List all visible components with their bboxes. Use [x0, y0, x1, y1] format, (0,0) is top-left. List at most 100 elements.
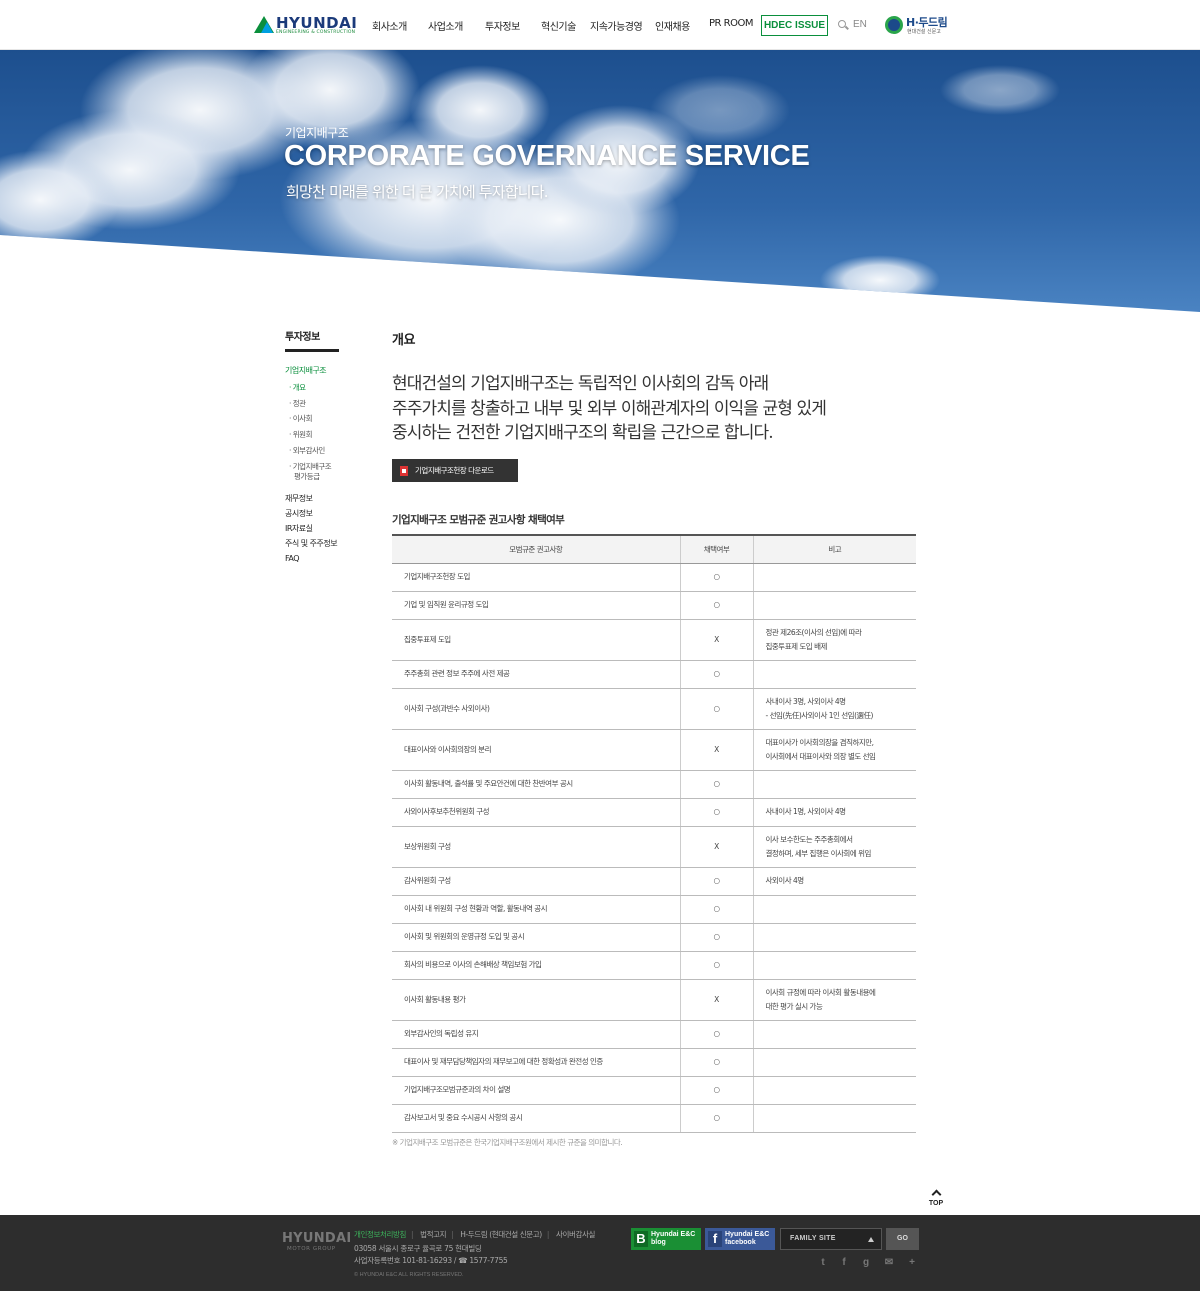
section-title: 기업지배구조 모범규준 권고사항 채택여부 — [392, 514, 565, 526]
sidebar-item-ir-library[interactable]: IR자료실 — [285, 523, 313, 534]
plus-icon[interactable]: + — [906, 1257, 918, 1269]
note-cell: 이사회 규정에 따라 이사회 활동내용에 대한 평가 실시 가능 — [752, 979, 916, 1021]
adopted-cell: ○ — [679, 591, 753, 620]
site-header: HYUNDAI ENGINEERING & CONSTRUCTION 회사소개 … — [0, 0, 1200, 50]
footnote: ※ 기업지배구조 모범규준은 한국기업지배구조원에서 제시한 규준을 의미합니다… — [392, 1138, 623, 1147]
note-cell — [752, 1104, 916, 1133]
note-line: 사내이사 3명, 사외이사 4명 — [765, 697, 847, 706]
table-row: 이사회 및 위원회의 운영규정 도입 및 공시 ○ — [392, 923, 916, 952]
footer-link-separator: | — [546, 1230, 550, 1239]
sidebar-sub-overview[interactable]: · 개요 — [289, 383, 306, 393]
recommendation-cell: 사외이사후보추천위원회 구성 — [392, 798, 680, 827]
nav-sustainability[interactable]: 지속가능경영 — [590, 18, 643, 33]
adopted-cell: ○ — [679, 688, 753, 730]
charter-download-button[interactable]: 기업지배구조헌장 다운로드 — [392, 459, 518, 482]
footer-link-hdream[interactable]: H-두드림 (현대건설 신문고) — [460, 1230, 542, 1239]
google-plus-icon[interactable]: g — [860, 1257, 872, 1269]
sidebar-sub-articles[interactable]: · 정관 — [289, 399, 306, 409]
adopted-cell: X — [679, 619, 753, 661]
hero-subtitle: 희망찬 미래를 위한 더 큰 가치에 투자합니다. — [286, 183, 549, 201]
recommendation-cell: 기업지배구조헌장 도입 — [392, 563, 680, 592]
facebook-share-icon[interactable]: f — [838, 1257, 850, 1269]
note-cell: 사외이사 4명 — [752, 867, 916, 896]
blog-button[interactable]: B Hyundai E&C blog — [631, 1228, 701, 1250]
note-cell — [752, 895, 916, 924]
footer-link-privacy[interactable]: 개인정보처리방침 — [354, 1230, 406, 1239]
twitter-icon[interactable]: t — [817, 1257, 829, 1269]
adopted-cell: ○ — [679, 895, 753, 924]
facebook-button[interactable]: f Hyundai E&C facebook — [705, 1228, 775, 1250]
nav-innovation[interactable]: 혁신기술 — [541, 18, 576, 33]
nav-pr-room[interactable]: PR ROOM — [709, 18, 753, 29]
sidebar-sub-rating-line2[interactable]: 평가등급 — [294, 472, 320, 482]
sidebar-sub-board[interactable]: · 이사회 — [289, 414, 312, 424]
sidebar-item-faq[interactable]: FAQ — [285, 554, 300, 563]
column-header: 비고 — [752, 535, 916, 564]
sidebar-sub-committee[interactable]: · 위원회 — [289, 430, 312, 440]
h-dodream-link[interactable]: H·두드림 현대건설 신문고 — [885, 15, 955, 37]
recommendation-cell: 감사보고서 및 중요 수시공시 사항의 공시 — [392, 1104, 680, 1133]
note-cell — [752, 951, 916, 980]
note-line: - 선임(先任)사외이사 1인 선임(選任) — [765, 710, 874, 720]
table-row: 회사의 비용으로 이사의 손해배상 책임보험 가입 ○ — [392, 951, 916, 980]
blog-icon: B — [634, 1231, 648, 1247]
hdec-issue-button[interactable]: HDEC ISSUE — [761, 15, 828, 36]
family-site-label: FAMILY SITE — [790, 1235, 836, 1242]
footer-link-cyber-audit[interactable]: 사이버감사실 — [556, 1230, 595, 1239]
sidebar-item-stock[interactable]: 주식 및 주주정보 — [285, 538, 338, 549]
recommendation-cell: 이사회 활동내용 평가 — [392, 979, 680, 1021]
sidebar-item-disclosure[interactable]: 공시정보 — [285, 508, 313, 519]
adopted-cell: ○ — [679, 770, 753, 799]
language-toggle[interactable]: EN — [853, 19, 867, 30]
recommendation-cell: 이사회 내 위원회 구성 현황과 역할, 활동내역 공시 — [392, 895, 680, 924]
search-icon[interactable] — [838, 20, 846, 28]
recommendation-cell: 집중투표제 도입 — [392, 619, 680, 661]
sidebar-item-governance[interactable]: 기업지배구조 — [285, 365, 327, 376]
note-cell — [752, 660, 916, 689]
table-row: 보상위원회 구성 X 이사 보수한도는 주주총회에서 결정하며, 세부 집행은 이사회… — [392, 826, 916, 868]
caret-up-icon — [868, 1237, 874, 1242]
sidebar-title: 투자정보 — [285, 332, 320, 343]
recommendation-cell: 이사회 및 위원회의 운영규정 도입 및 공시 — [392, 923, 680, 952]
facebook-label-1: Hyundai E&C — [725, 1231, 770, 1238]
adopted-cell: ○ — [679, 798, 753, 827]
table-row: 기업 및 임직원 윤리규정 도입 ○ — [392, 591, 916, 620]
footer-link-legal[interactable]: 법적고지 — [420, 1230, 446, 1239]
recommendation-cell: 이사회 구성(과반수 사외이사) — [392, 688, 680, 730]
adopted-cell: ○ — [679, 867, 753, 896]
recommendation-cell: 대표이사 및 재무담당책임자의 재무보고에 대한 정확성과 완전성 인증 — [392, 1048, 680, 1077]
recommendation-cell: 주주총회 관련 정보 주주에 사전 제공 — [392, 660, 680, 689]
lead-text: 현대건설의 기업지배구조는 독립적인 이사회의 감독 아래 주주가치를 창출하고… — [392, 372, 912, 446]
hero-category: 기업지배구조 — [285, 126, 349, 140]
nav-company[interactable]: 회사소개 — [372, 18, 407, 33]
sidebar-sub-rating[interactable]: · 기업지배구조 — [289, 462, 332, 472]
adopted-cell: X — [679, 979, 753, 1021]
adopted-cell: X — [679, 729, 753, 771]
table-row: 기업지배구조헌장 도입 ○ — [392, 563, 916, 592]
family-site-go-button[interactable]: GO — [886, 1228, 919, 1250]
h-dodream-subtitle: 현대건설 신문고 — [907, 29, 941, 35]
nav-investor[interactable]: 투자정보 — [485, 18, 520, 33]
family-site-select[interactable]: FAMILY SITE — [780, 1228, 882, 1250]
sidebar-title-underline — [285, 349, 339, 352]
scroll-top-button[interactable]: TOP — [922, 1189, 950, 1207]
table-row: 사외이사후보추천위원회 구성 ○ 사내이사 1명, 사외이사 4명 — [392, 798, 916, 827]
footer-address: 03058 서울시 종로구 율곡로 75 현대빌딩 — [354, 1244, 482, 1253]
table-row: 이사회 활동내용 평가 X 이사회 규정에 따라 이사회 활동내용에 대한 평가 실시… — [392, 979, 916, 1021]
recommendation-cell: 기업 및 임직원 윤리규정 도입 — [392, 591, 680, 620]
mail-icon[interactable]: ✉ — [883, 1257, 895, 1269]
nav-business[interactable]: 사업소개 — [428, 18, 463, 33]
adopted-cell: ○ — [679, 1076, 753, 1105]
lead-line: 현대건설의 기업지배구조는 독립적인 이사회의 감독 아래 — [392, 374, 769, 394]
note-line: 사내이사 1명, 사외이사 4명 — [765, 807, 847, 817]
blog-label-2: blog — [651, 1239, 666, 1246]
governance-table: 모범규준 권고사항 채택여부 비고 기업지배구조헌장 도입 ○ 기업 및 임직원 윤… — [392, 534, 916, 1133]
hyundai-logo[interactable]: HYUNDAI ENGINEERING & CONSTRUCTION — [254, 14, 357, 38]
lead-line: 중시하는 건전한 기업지배구조의 확립을 근간으로 합니다. — [392, 423, 774, 443]
sidebar-sub-auditor[interactable]: · 외부감사인 — [289, 446, 325, 456]
logo-triangle-accent — [261, 22, 273, 33]
nav-careers[interactable]: 인재채용 — [655, 18, 690, 33]
table-row: 이사회 활동내역, 출석률 및 주요안건에 대한 찬반여부 공시 ○ — [392, 770, 916, 799]
sidebar-item-financial[interactable]: 재무정보 — [285, 493, 313, 504]
recommendation-cell: 회사의 비용으로 이사의 손해배상 책임보험 가입 — [392, 951, 680, 980]
